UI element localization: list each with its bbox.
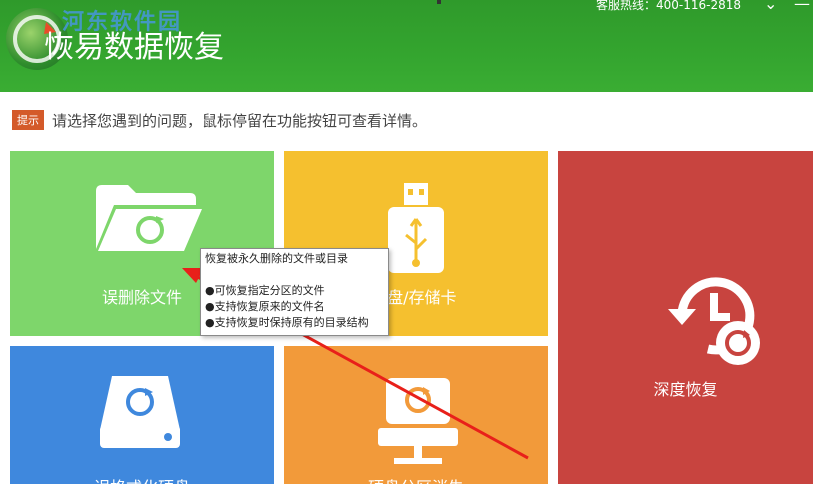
minimize-button[interactable]: ⌄ (764, 0, 777, 12)
title-bar: 河东软件园 恢易数据恢复 客服热线：400-116-2818 ⌄ — (0, 0, 813, 92)
drive-network-icon (378, 378, 458, 464)
tile-formatted-disk-label: 误格式化硬盘 (10, 474, 274, 484)
feature-tooltip: 恢复被永久删除的文件或目录 ●可恢复指定分区的文件 ●支持恢复原来的文件名 ●支… (200, 248, 389, 336)
tile-formatted-disk[interactable]: 误格式化硬盘 (10, 346, 274, 484)
close-button[interactable]: — (794, 0, 810, 12)
tile-deep-recovery[interactable]: 深度恢复 (558, 151, 813, 484)
hard-disk-restore-icon (100, 376, 180, 448)
tooltip-title: 恢复被永久删除的文件或目录 (205, 252, 348, 265)
hotline-text: 客服热线：400-116-2818 (596, 0, 742, 12)
usb-drive-icon (388, 183, 444, 273)
tile-deep-recovery-label: 深度恢复 (653, 380, 718, 399)
hint-badge: 提示 (12, 110, 44, 130)
decorative-dot (437, 0, 441, 4)
app-title: 恢易数据恢复 (44, 30, 224, 65)
tooltip-line: ●可恢复指定分区的文件 (205, 284, 325, 297)
folder-restore-icon (96, 185, 202, 251)
hint-row: 提示 请选择您遇到的问题，鼠标停留在功能按钮可查看详情。 (12, 110, 427, 130)
tile-partition-lost[interactable]: 硬盘分区消失 (284, 346, 548, 484)
tile-partition-lost-label: 硬盘分区消失 (284, 474, 548, 484)
tooltip-line: ●支持恢复时保持原有的目录结构 (205, 316, 369, 329)
hint-text: 请选择您遇到的问题，鼠标停留在功能按钮可查看详情。 (52, 111, 428, 130)
tooltip-line: ●支持恢复原来的文件名 (205, 300, 325, 313)
history-clock-icon (668, 277, 760, 365)
